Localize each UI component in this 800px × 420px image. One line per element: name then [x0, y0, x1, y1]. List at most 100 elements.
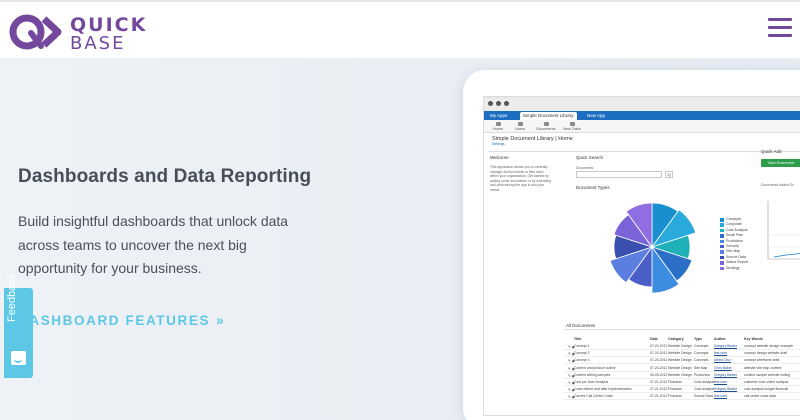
- quickbase-logo[interactable]: QUICK BASE: [8, 11, 148, 54]
- table-cell: Source Data: [694, 394, 713, 399]
- tab-simple-document-library: Simple Document Library: [520, 112, 577, 120]
- legend-label: Cost Analysis: [726, 227, 748, 232]
- table-cell: Alfred Cruz: [714, 358, 731, 363]
- hamburger-menu-icon[interactable]: [768, 18, 794, 40]
- table-cell: test user: [714, 394, 728, 399]
- window-close-dot: [488, 101, 493, 106]
- toolbar-home: Home: [488, 122, 508, 131]
- document-types-heading: Document Types: [576, 185, 610, 190]
- toolbar-users: Users: [510, 122, 530, 131]
- welcome-text: This application allows you to centrally…: [490, 165, 552, 192]
- toolbar-new-table: New Table: [562, 122, 582, 131]
- new-document-button: New Document: [761, 159, 800, 167]
- divider: [488, 151, 800, 152]
- table-cell: Gregory Baxter: [714, 344, 737, 348]
- toolbar-documents: Documents: [536, 122, 556, 131]
- legend-item: Strategy: [720, 266, 748, 271]
- feedback-label: Feedback: [6, 273, 18, 322]
- legend-swatch: [720, 218, 724, 222]
- documents-field-label: Documents: [576, 166, 594, 170]
- table-cell: 06-05-2012: [650, 372, 668, 377]
- legend-swatch: [720, 234, 724, 238]
- table-cell: Cost Analysis: [694, 387, 715, 392]
- legend-label: Strategy: [726, 265, 740, 270]
- divider: [564, 329, 800, 330]
- window-titlebar: [484, 97, 800, 111]
- table-header: Category: [668, 337, 684, 341]
- pie-chart-legend: Concepts Corporate Cost Analysis Email Plan…: [720, 217, 748, 271]
- quickbase-logo-icon: [9, 14, 62, 50]
- table-header: Type: [694, 337, 703, 341]
- table-cell: 07-21-2012: [650, 394, 668, 399]
- documents-added-line-chart: [767, 201, 800, 260]
- hero-section: Dashboards and Data Reporting Build insi…: [0, 58, 800, 420]
- table-cell: Concepts: [694, 344, 709, 348]
- legend-swatch: [720, 228, 724, 233]
- table-cell: Current Call Center Costs: [574, 394, 613, 399]
- legend-label: Site Map: [726, 249, 741, 254]
- table-cell: 07-20-2012: [650, 351, 668, 356]
- table-cell: concept wireframe draft: [744, 358, 780, 363]
- table-cell: Content writing samples: [574, 372, 611, 377]
- table-cell: test user: [714, 351, 728, 356]
- table-cell: 07-21-2012: [650, 380, 668, 384]
- table-cell: concept website design example: [744, 344, 794, 348]
- table-cell: Website Design: [668, 358, 692, 363]
- all-documents-heading: All Documents: [566, 323, 596, 328]
- toolbar-home-label: Home: [492, 127, 504, 131]
- table-cell: 07-20-2012: [650, 344, 668, 348]
- table-cell: Cost Analysis: [694, 380, 715, 384]
- feedback-tab[interactable]: Feedback: [4, 274, 33, 378]
- table-cell: Website Design: [668, 365, 692, 370]
- legend-label: Status Report: [726, 260, 748, 265]
- legend-swatch: [720, 239, 724, 244]
- table-cell: Gregory Baxter: [714, 387, 737, 392]
- table-cell: website site map content: [744, 365, 782, 370]
- table-header: Author: [714, 337, 726, 341]
- table-cell: Chris Baker: [714, 365, 732, 370]
- window-minimize-dot: [496, 101, 501, 106]
- table-cell: Financial: [668, 387, 682, 392]
- breadcrumb: Simple Document Library | Home Settings: [492, 136, 573, 146]
- quick-add-heading: Quick Add: [761, 149, 782, 154]
- table-cell: Gregory Baxter: [714, 372, 737, 377]
- legend-label: Corporate: [726, 222, 742, 227]
- legend-label: Production: [726, 238, 744, 243]
- table-cell: content sample website writing: [744, 372, 791, 377]
- logo-word-base: BASE: [70, 33, 126, 54]
- table-cell: Concept 3: [574, 358, 590, 363]
- table-row: ✎ ◉ Concept 2 07-20-2012 Website Design Conc…: [564, 350, 800, 358]
- table-cell: Website Design: [668, 344, 692, 348]
- quick-search-heading: Quick Search: [576, 155, 604, 160]
- legend-label: Concepts: [726, 217, 742, 221]
- breadcrumb-page: Home: [558, 136, 573, 142]
- app-tabs: My Apps Simple Document Library New App: [484, 111, 800, 120]
- table-cell: Website Design: [668, 351, 692, 356]
- site-header: QUICK BASE: [0, 0, 800, 58]
- table-cell: call center costs data: [744, 394, 776, 399]
- search-icon: Q: [665, 171, 673, 178]
- device-mockup: My Apps Simple Document Library New App …: [463, 70, 800, 420]
- table-cell: test user: [714, 380, 728, 384]
- dashboard-features-link[interactable]: DASHBOARD FEATURES »: [18, 313, 224, 328]
- table-cell: Financial: [668, 380, 682, 384]
- table-row: ✎ ◉ Content and product outline 07-20-2012…: [564, 365, 800, 372]
- toolbar-new-table-label: New Table: [563, 127, 581, 131]
- app-toolbar: Home Users Documents New Table: [484, 120, 800, 133]
- table-row: ✎ ◉ Costs before and after implementation…: [564, 386, 800, 394]
- dashboard-features-label: DASHBOARD FEATURES: [18, 313, 211, 328]
- tab-new-app: New App: [587, 113, 606, 118]
- legend-swatch: [720, 261, 724, 265]
- documents-icon: [543, 122, 549, 126]
- table-cell: Site Map: [694, 365, 708, 370]
- home-icon: [495, 122, 501, 126]
- table-cell: Content and product outline: [574, 365, 616, 370]
- tab-my-apps: My Apps: [490, 113, 508, 118]
- document-types-pie-chart: [609, 202, 697, 294]
- table-header: Date: [650, 337, 658, 341]
- legend-swatch: [720, 244, 724, 249]
- legend-swatch: [720, 223, 724, 227]
- legend-swatch: [720, 250, 724, 254]
- legend-swatch: [720, 266, 724, 271]
- table-row: ✎ ◉ Content writing samples 06-05-2012 Webs…: [564, 372, 800, 379]
